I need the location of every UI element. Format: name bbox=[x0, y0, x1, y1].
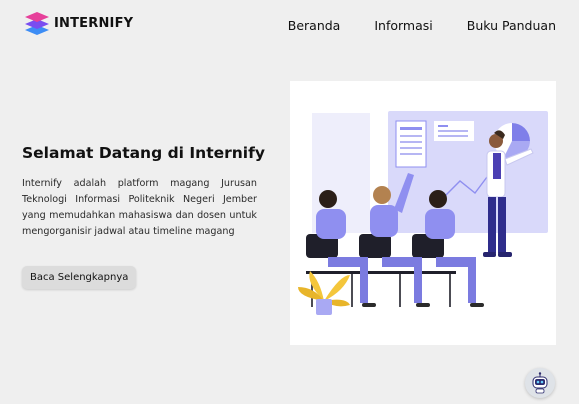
hero-illustration bbox=[290, 81, 556, 345]
nav-links: Beranda Informasi Buku Panduan bbox=[288, 18, 556, 33]
brand-name: INTERNIFY bbox=[54, 15, 134, 31]
read-more-button[interactable]: Baca Selengkapnya bbox=[22, 266, 137, 289]
robot-icon bbox=[532, 372, 548, 394]
hero-title: Selamat Datang di Internify bbox=[22, 144, 265, 162]
top-navbar: INTERNIFY Beranda Informasi Buku Panduan bbox=[0, 0, 579, 50]
chatbot-button[interactable] bbox=[525, 368, 555, 398]
brand[interactable]: INTERNIFY bbox=[24, 10, 133, 36]
nav-link-buku-panduan[interactable]: Buku Panduan bbox=[467, 18, 556, 33]
brand-logo-icon bbox=[25, 12, 49, 35]
nav-link-informasi[interactable]: Informasi bbox=[374, 18, 432, 33]
hero-description: Internify adalah platform magang Jurusan… bbox=[22, 178, 257, 237]
presentation-classroom-illustration bbox=[298, 111, 548, 315]
nav-link-beranda[interactable]: Beranda bbox=[288, 18, 341, 33]
